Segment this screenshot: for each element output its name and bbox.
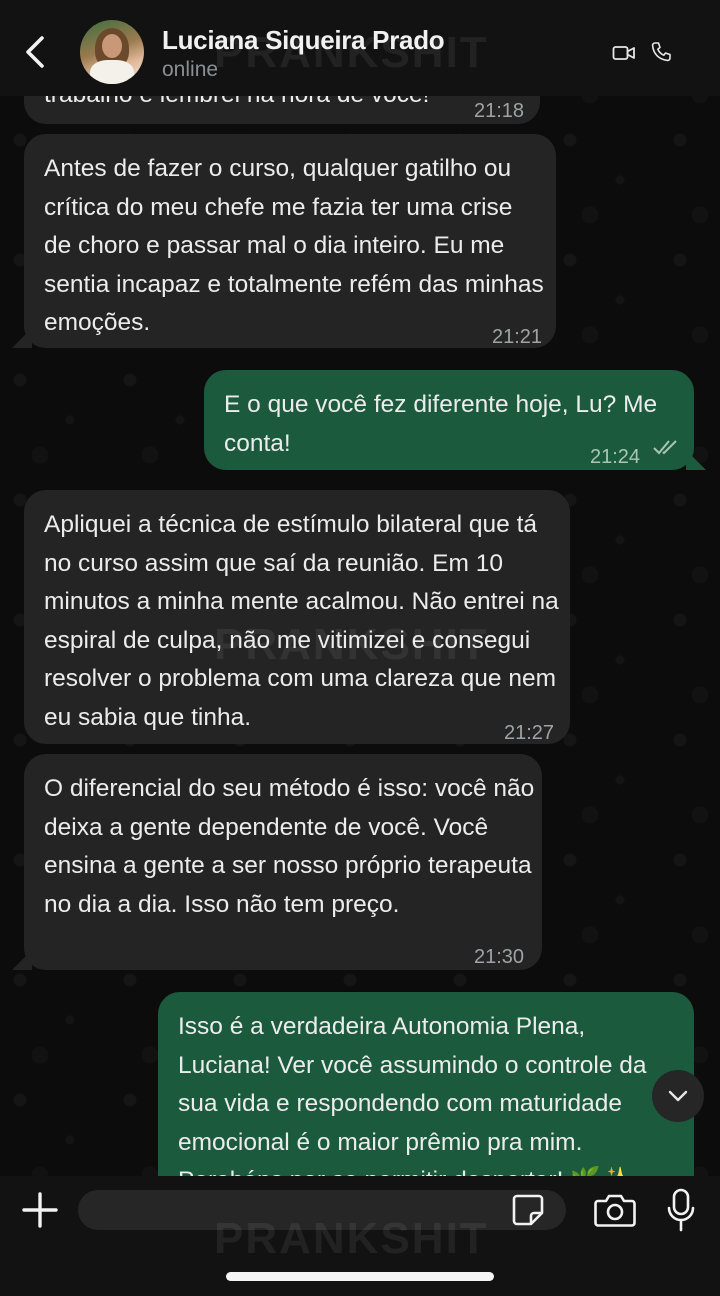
back-arrow-icon — [26, 36, 44, 68]
chat-header: Luciana Siqueira Prado online — [0, 0, 720, 96]
chevron-down-icon — [668, 1090, 688, 1102]
message-time: 21:18 — [474, 100, 525, 122]
contact-name[interactable]: Luciana Siqueira Prado — [162, 25, 445, 56]
back-button[interactable] — [18, 32, 54, 72]
message-time: 21:30 — [474, 946, 525, 968]
camera-icon[interactable] — [594, 1192, 636, 1228]
message-time: 21:27 — [504, 722, 555, 744]
sticker-icon[interactable] — [511, 1193, 545, 1227]
message-time: 21:21 — [492, 326, 543, 348]
microphone-icon[interactable] — [666, 1188, 696, 1232]
message-input[interactable] — [78, 1190, 566, 1230]
message-text: O diferencial do seu método é isso: você… — [44, 775, 542, 918]
composer-bar — [0, 1176, 720, 1296]
bubble-tail — [12, 328, 32, 348]
chat-area[interactable]: trabalho e lembrei na hora de você! 21:1… — [0, 0, 720, 1296]
video-call-icon[interactable] — [612, 42, 636, 64]
bubble-tail — [686, 450, 706, 470]
avatar[interactable] — [80, 20, 144, 84]
message-text: Isso é a verdadeira Autonomia Plena, Luc… — [178, 1013, 647, 1194]
message-bubble-incoming[interactable]: O diferencial do seu método é isso: você… — [24, 754, 542, 970]
home-indicator[interactable] — [226, 1272, 494, 1281]
contact-status: online — [162, 58, 219, 81]
message-text: Apliquei a técnica de estímulo bilateral… — [44, 511, 566, 731]
message-bubble-incoming[interactable]: Antes de fazer o curso, qualquer gatilho… — [24, 134, 556, 348]
phone-icon[interactable] — [650, 41, 672, 63]
bubble-tail — [12, 950, 32, 970]
plus-icon[interactable] — [20, 1190, 60, 1230]
message-bubble-outgoing[interactable]: E o que você fez diferente hoje, Lu? Me … — [204, 370, 694, 470]
scroll-to-bottom-button[interactable] — [652, 1070, 704, 1122]
double-check-icon — [653, 440, 677, 455]
message-bubble-incoming[interactable]: Apliquei a técnica de estímulo bilateral… — [24, 490, 570, 744]
message-text: Antes de fazer o curso, qualquer gatilho… — [44, 155, 551, 336]
message-time: 21:24 — [590, 446, 641, 468]
